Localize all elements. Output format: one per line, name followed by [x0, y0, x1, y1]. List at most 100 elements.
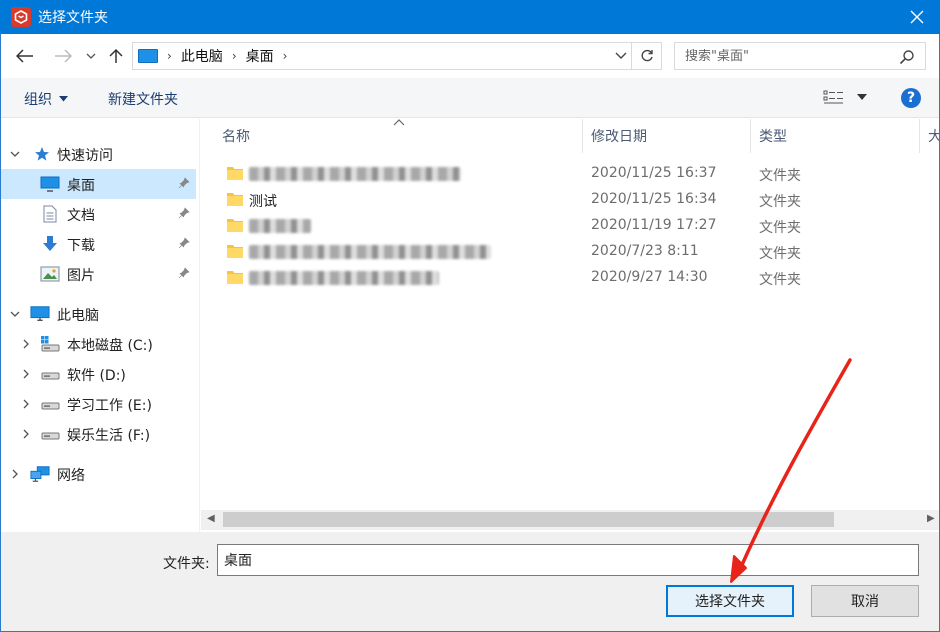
pin-icon[interactable]: [178, 237, 190, 249]
folder-input[interactable]: [217, 544, 919, 576]
table-row[interactable]: 2020/11/19 17:27 文件夹: [201, 213, 940, 239]
column-header-name[interactable]: 名称: [222, 119, 250, 153]
file-list: 名称 修改日期 类型 大 2020/11/25 16:37 文件夹 测试 202…: [201, 119, 940, 532]
help-button[interactable]: ?: [901, 88, 921, 108]
search-box[interactable]: [674, 42, 926, 70]
cancel-button[interactable]: 取消: [811, 585, 919, 617]
refresh-icon: [641, 49, 653, 62]
chevron-right-icon[interactable]: [20, 368, 32, 380]
folder-icon: [227, 193, 243, 206]
caret-down-icon: [857, 94, 867, 100]
column-header-size[interactable]: 大: [928, 119, 940, 153]
pictures-icon: [40, 265, 60, 283]
file-name: 测试: [249, 194, 277, 210]
search-icon[interactable]: [899, 49, 915, 65]
address-bar[interactable]: › 此电脑 › 桌面 ›: [132, 42, 662, 70]
view-options-button[interactable]: [823, 89, 867, 105]
file-date: 2020/11/25 16:34: [591, 191, 717, 207]
table-row[interactable]: 2020/9/27 14:30 文件夹: [201, 265, 940, 291]
nav-quick-access[interactable]: 快速访问: [0, 139, 196, 169]
folder-icon: [227, 167, 243, 180]
file-date: 2020/11/25 16:37: [591, 165, 717, 181]
desktop-icon: [40, 175, 60, 193]
chevron-down-icon: [615, 52, 627, 59]
pin-icon[interactable]: [178, 177, 190, 189]
chevron-right-icon[interactable]: [20, 428, 32, 440]
breadcrumb-desktop[interactable]: 桌面: [246, 46, 274, 66]
chevron-down-icon: [86, 53, 96, 59]
column-header-type[interactable]: 类型: [759, 119, 787, 153]
redacted-filename: [249, 219, 311, 233]
folder-icon: [227, 245, 243, 258]
scrollbar-thumb[interactable]: [223, 512, 834, 527]
dialog-footer: 文件夹: 选择文件夹 取消: [0, 532, 940, 632]
nav-drive-e[interactable]: 学习工作 (E:): [0, 389, 196, 419]
organize-label: 组织: [24, 92, 52, 108]
new-folder-button[interactable]: 新建文件夹: [108, 89, 178, 109]
navigation-pane: 快速访问 桌面 文档 下载 图片 此电脑 本地磁盘 (C:) 软件 (D:) 学…: [0, 119, 200, 532]
chevron-right-icon[interactable]: [9, 468, 21, 480]
scroll-right-icon[interactable]: ▶: [927, 513, 935, 524]
pin-icon[interactable]: [178, 207, 190, 219]
chevron-right-icon[interactable]: ›: [283, 49, 288, 63]
drive-icon: [40, 365, 60, 383]
nav-item-desktop[interactable]: 桌面: [0, 169, 196, 199]
refresh-button[interactable]: [631, 43, 661, 69]
table-row[interactable]: 测试 2020/11/25 16:34 文件夹: [201, 187, 940, 213]
file-type: 文件夹: [759, 272, 801, 288]
sort-ascending-icon: [393, 119, 405, 126]
organize-button[interactable]: 组织: [24, 89, 68, 109]
pin-icon[interactable]: [178, 267, 190, 279]
back-button[interactable]: [14, 44, 36, 68]
breadcrumb-this-pc[interactable]: 此电脑: [181, 46, 223, 66]
address-history-button[interactable]: [615, 49, 627, 67]
folder-icon: [227, 219, 243, 232]
horizontal-scrollbar[interactable]: ◀ ▶: [201, 510, 940, 530]
nav-label: 下载: [67, 238, 95, 254]
file-date: 2020/7/23 8:11: [591, 243, 699, 259]
forward-button[interactable]: [52, 44, 74, 68]
file-type: 文件夹: [759, 220, 801, 236]
nav-item-pictures[interactable]: 图片: [0, 259, 196, 289]
column-divider[interactable]: [750, 119, 751, 153]
nav-label: 本地磁盘 (C:): [67, 338, 153, 354]
chevron-down-icon[interactable]: [9, 308, 21, 320]
scroll-left-icon[interactable]: ◀: [207, 513, 215, 524]
nav-drive-c[interactable]: 本地磁盘 (C:): [0, 329, 196, 359]
table-row[interactable]: 2020/11/25 16:37 文件夹: [201, 161, 940, 187]
app-logo-icon: [11, 7, 31, 27]
nav-item-documents[interactable]: 文档: [0, 199, 196, 229]
nav-this-pc[interactable]: 此电脑: [0, 299, 196, 329]
command-bar: 组织 新建文件夹 ?: [0, 78, 940, 118]
computer-icon: [138, 49, 158, 63]
star-icon: [32, 145, 52, 163]
arrow-left-icon: [16, 49, 33, 63]
drive-icon: [40, 395, 60, 413]
nav-drive-f[interactable]: 娱乐生活 (F:): [0, 419, 196, 449]
chevron-right-icon[interactable]: [20, 338, 32, 350]
file-type: 文件夹: [759, 194, 801, 210]
chevron-down-icon[interactable]: [9, 148, 21, 160]
redacted-filename: [249, 271, 439, 285]
chevron-right-icon[interactable]: [20, 398, 32, 410]
nav-label: 桌面: [67, 178, 95, 194]
title-bar: 选择文件夹: [0, 0, 940, 34]
drive-icon: [40, 425, 60, 443]
column-divider[interactable]: [582, 119, 583, 153]
caret-down-icon: [59, 96, 68, 102]
search-input[interactable]: [685, 48, 895, 64]
close-button[interactable]: [894, 0, 940, 34]
nav-drive-d[interactable]: 软件 (D:): [0, 359, 196, 389]
column-header-date[interactable]: 修改日期: [591, 119, 647, 153]
column-divider[interactable]: [919, 119, 920, 153]
document-icon: [40, 205, 60, 223]
nav-network[interactable]: 网络: [0, 459, 196, 489]
download-icon: [40, 235, 60, 253]
network-icon: [30, 465, 50, 483]
nav-item-downloads[interactable]: 下载: [0, 229, 196, 259]
select-folder-button[interactable]: 选择文件夹: [666, 585, 794, 617]
table-row[interactable]: 2020/7/23 8:11 文件夹: [201, 239, 940, 265]
arrow-up-icon: [109, 48, 123, 63]
up-button[interactable]: [106, 44, 126, 68]
recent-locations-button[interactable]: [84, 44, 98, 68]
